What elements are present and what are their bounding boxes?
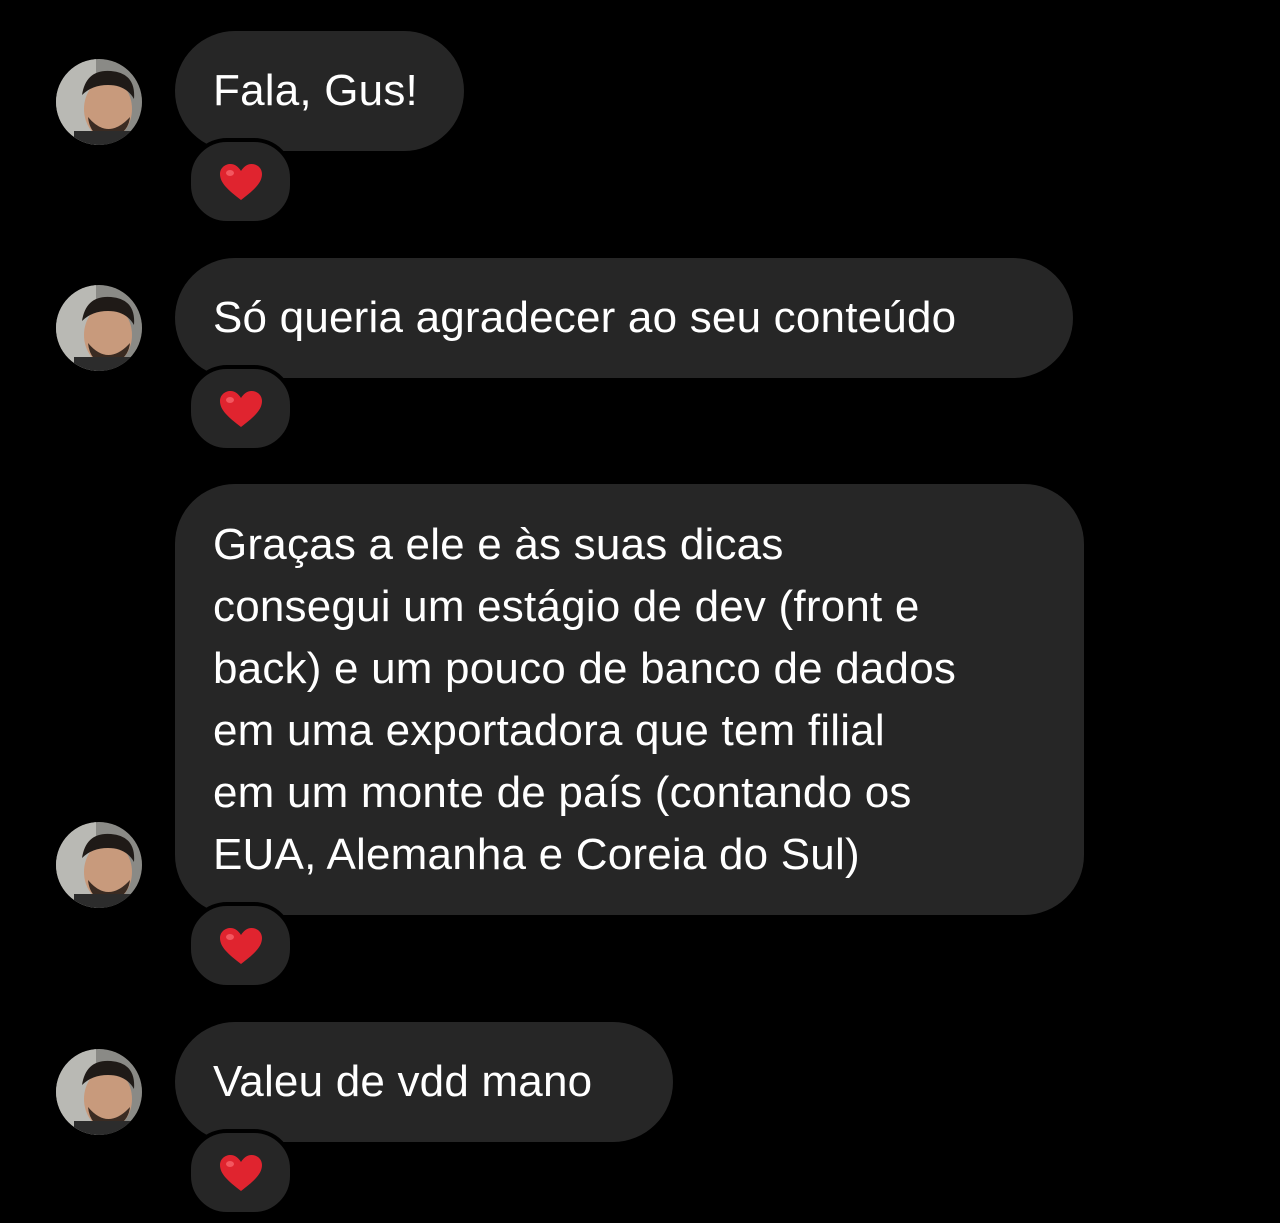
message-text-line: em uma exportadora que tem filial [213,706,885,755]
reaction-badge[interactable] [187,138,294,225]
message-bubble[interactable]: Fala, Gus! [175,31,464,151]
message-text-line: Graças a ele e às suas dicas [213,520,784,569]
message-text-line: EUA, Alemanha e Coreia do Sul) [213,830,860,879]
message-text-line: em um monte de país (contando os [213,768,912,817]
reaction-badge[interactable] [187,902,294,989]
avatar-photo-icon [56,285,142,371]
heart-icon [220,164,262,200]
reaction-badge[interactable] [187,1129,294,1216]
avatar[interactable] [56,59,142,145]
message-text: Valeu de vdd mano [213,1057,593,1106]
message-thread: Fala, Gus! Só queria agradecer ao seu co… [0,0,1280,1223]
avatar[interactable] [56,285,142,371]
heart-icon [220,928,262,964]
message-bubble[interactable]: Graças a ele e às suas dicas consegui um… [175,484,1084,915]
message-text-line: consegui um estágio de dev (front e [213,582,920,631]
avatar[interactable] [56,1049,142,1135]
avatar-photo-icon [56,1049,142,1135]
heart-icon [220,1155,262,1191]
heart-icon [220,391,262,427]
message-bubble[interactable]: Só queria agradecer ao seu conteúdo [175,258,1073,378]
avatar[interactable] [56,822,142,908]
reaction-badge[interactable] [187,365,294,452]
message-text: Fala, Gus! [213,66,418,115]
avatar-photo-icon [56,822,142,908]
message-text: Só queria agradecer ao seu conteúdo [213,293,957,342]
message-bubble[interactable]: Valeu de vdd mano [175,1022,673,1142]
avatar-photo-icon [56,59,142,145]
message-text-line: back) e um pouco de banco de dados [213,644,957,693]
